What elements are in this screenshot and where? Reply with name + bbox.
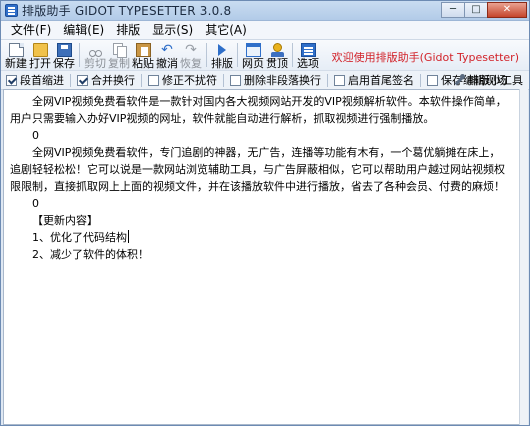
window-title: 排版助手 GIDOT TYPESETTER 3.0.8 [22,4,232,18]
update-header: 【更新内容】 [32,214,98,227]
vertical-scrollbar[interactable] [519,89,528,425]
remove-empty-label: 删除非段落换行 [244,74,321,87]
copy-icon [112,43,127,58]
remove-empty-checkbox[interactable] [230,74,241,86]
copy-button[interactable]: 复制 [107,40,131,70]
editor-line: 1、优化了代码结构 [10,229,511,246]
minimize-button[interactable]: ─ [441,2,465,18]
minimize-icon: ─ [449,4,457,15]
window-controls: ─ □ ✕ [441,2,527,18]
options-separator [70,73,71,87]
toolbar: 新建 打开 保存 剪切 复制 粘贴 ↶ 撤消 ↷ 恢复 排版 网页 贯顶 选项 … [1,40,529,71]
options-separator [141,73,142,87]
typeset-tools-button[interactable]: 排版小工具 [453,72,523,88]
undo-icon: ↶ [161,42,173,58]
options-button[interactable]: 选项 [296,40,320,70]
menu-file[interactable]: 文件(F) [5,21,57,39]
close-button[interactable]: ✕ [487,2,527,18]
editor-paragraph: 全网VIP视频免费看软件，专门追剧的神器，无广告，连播等功能有木有，一个葛优躺摊… [10,146,505,193]
options-separator [327,73,328,87]
redo-label: 恢复 [180,57,202,70]
title-bar[interactable]: 排版助手 GIDOT TYPESETTER 3.0.8 ─ □ ✕ [1,1,529,21]
play-arrow-icon [215,43,230,57]
new-label: 新建 [5,57,27,70]
copy-label: 复制 [108,57,130,70]
fix-breaks-checkbox[interactable] [148,74,159,86]
options-bar: 段首缩进 合并换行 修正不扰符 删除非段落换行 启用首尾签名 保存编辑现场 排版… [1,71,529,90]
typeset-label: 排版 [211,57,233,70]
options-label: 选项 [297,57,319,70]
save-label: 保存 [53,57,75,70]
fix-breaks-option[interactable]: 修正不扰符 [148,72,217,88]
merge-label: 合并换行 [91,74,135,87]
toolbar-separator [206,43,207,67]
indent-option[interactable]: 段首缩进 [6,72,64,88]
undo-label: 撤消 [156,57,178,70]
app-icon [5,4,18,17]
clipboard-icon [135,43,151,57]
paste-label: 粘贴 [132,57,154,70]
toolbar-separator [79,43,80,67]
footer-sign-label: 启用首尾签名 [348,74,414,87]
options-separator [223,73,224,87]
gold-button[interactable]: 贯顶 [265,40,289,70]
indent-checkbox[interactable] [6,74,17,86]
save-state-checkbox[interactable] [427,74,438,86]
app-window: 排版助手 GIDOT TYPESETTER 3.0.8 ─ □ ✕ 文件(F) … [0,0,530,426]
user-coin-icon [270,43,285,57]
open-label: 打开 [29,57,51,70]
text-editor[interactable]: 全网VIP视频免费看软件是一款针对国内各大视频网站开发的VIP视频解析软件。本软… [3,89,520,425]
new-button[interactable]: 新建 [4,40,28,70]
merge-checkbox[interactable] [77,74,88,86]
editor-line: 0 [32,129,39,142]
menu-typeset[interactable]: 排版 [110,21,146,39]
toolbar-separator [237,43,238,67]
wrench-icon [453,74,465,86]
remove-empty-option[interactable]: 删除非段落换行 [230,72,321,88]
new-file-icon [8,43,24,57]
editor-line: 0 [32,197,39,210]
footer-sign-option[interactable]: 启用首尾签名 [334,72,414,88]
folder-icon [32,43,48,57]
typeset-button[interactable]: 排版 [210,40,234,70]
welcome-link[interactable]: 欢迎使用排版助手(Gidot Typesetter) [332,49,519,65]
floppy-icon [56,43,72,57]
options-icon [300,43,316,57]
cut-label: 剪切 [84,57,106,70]
save-button[interactable]: 保存 [52,40,76,70]
close-icon: ✕ [502,4,512,15]
web-label: 网页 [242,57,264,70]
open-button[interactable]: 打开 [28,40,52,70]
maximize-button[interactable]: □ [464,2,488,18]
web-button[interactable]: 网页 [241,40,265,70]
update-item: 2、减少了软件的体积！ [32,248,149,261]
toolbar-separator [292,43,293,67]
indent-label: 段首缩进 [20,74,64,87]
editor-paragraph: 全网VIP视频免费看软件是一款针对国内各大视频网站开发的VIP视频解析软件。本软… [10,95,507,125]
menu-edit[interactable]: 编辑(E) [57,21,110,39]
text-caret [128,230,129,243]
menu-other[interactable]: 其它(A) [199,21,253,39]
merge-option[interactable]: 合并换行 [77,72,135,88]
cut-button[interactable]: 剪切 [83,40,107,70]
menu-bar: 文件(F) 编辑(E) 排版 显示(S) 其它(A) [1,21,529,40]
gold-label: 贯顶 [266,57,288,70]
undo-button[interactable]: ↶ 撤消 [155,40,179,70]
menu-view[interactable]: 显示(S) [146,21,199,39]
update-item: 1、优化了代码结构 [32,231,127,244]
footer-sign-checkbox[interactable] [334,74,345,86]
paste-button[interactable]: 粘贴 [131,40,155,70]
maximize-icon: □ [471,4,481,15]
web-page-icon [245,43,261,57]
fix-breaks-label: 修正不扰符 [162,74,217,87]
typeset-tools-label: 排版小工具 [468,74,523,87]
redo-icon: ↷ [185,42,197,58]
scissors-icon [88,43,103,57]
options-separator [420,73,421,87]
redo-button[interactable]: ↷ 恢复 [179,40,203,70]
